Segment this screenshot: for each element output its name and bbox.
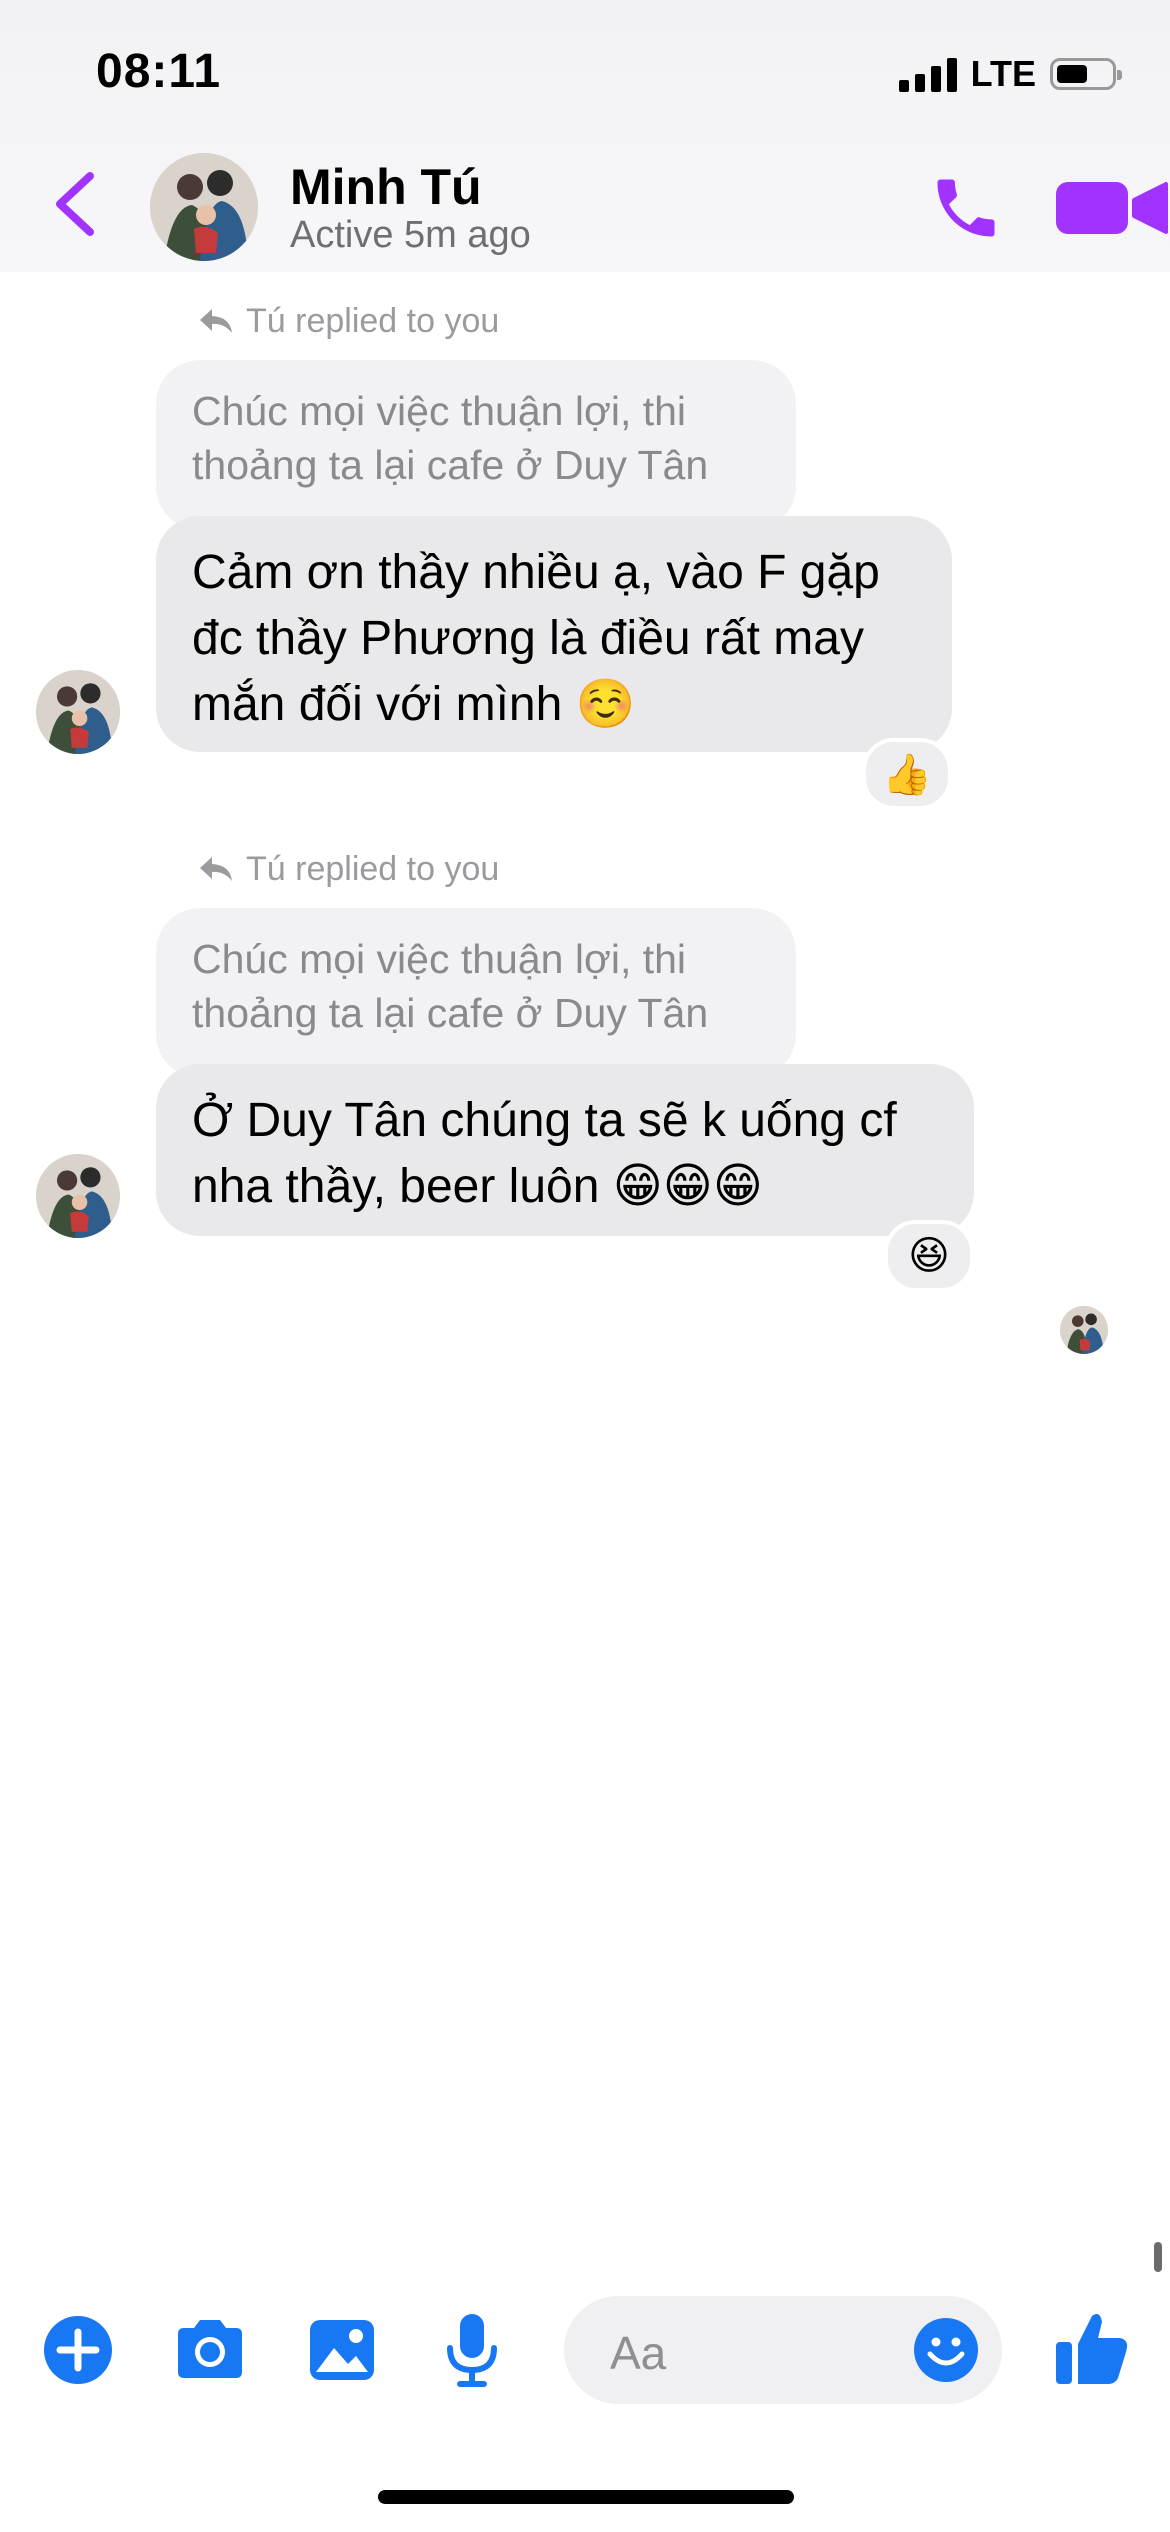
sender-avatar[interactable]	[36, 1154, 120, 1238]
gallery-button[interactable]	[302, 2310, 382, 2390]
reply-note: Tú replied to you	[198, 302, 499, 341]
microphone-icon	[447, 2314, 497, 2387]
quoted-message[interactable]: Chúc mọi việc thuận lợi, thi thoảng ta l…	[156, 360, 796, 530]
avatar-photo	[1060, 1306, 1108, 1354]
voice-button[interactable]	[432, 2310, 512, 2390]
like-button[interactable]	[1054, 2308, 1130, 2388]
camera-icon	[178, 2320, 242, 2378]
avatar-photo	[36, 1154, 120, 1238]
reaction-badge[interactable]: 😆	[884, 1220, 974, 1292]
contact-name[interactable]: Minh Tú	[290, 158, 482, 216]
emoji-button[interactable]	[912, 2316, 980, 2384]
avatar-photo	[36, 670, 120, 754]
contact-avatar[interactable]	[150, 153, 258, 261]
reply-arrow-icon	[200, 856, 232, 881]
reply-note: Tú replied to you	[198, 850, 499, 889]
contact-status: Active 5m ago	[290, 214, 531, 256]
reaction-badge[interactable]: 👍	[862, 738, 952, 810]
signal-icon	[898, 56, 957, 92]
video-call-button[interactable]	[1054, 178, 1170, 238]
network-label: LTE	[970, 53, 1036, 94]
seen-receipt-avatar	[1060, 1306, 1108, 1354]
camera-button[interactable]	[170, 2310, 250, 2390]
plus-circle-icon	[44, 2316, 112, 2384]
home-indicator	[378, 2490, 794, 2504]
reply-note-text: Tú replied to you	[246, 302, 500, 340]
quoted-message[interactable]: Chúc mọi việc thuận lợi, thi thoảng ta l…	[156, 908, 796, 1078]
emoji-icon	[914, 2318, 978, 2382]
scrollbar[interactable]	[1154, 2242, 1162, 2272]
status-time: 08:11	[96, 45, 222, 98]
back-button[interactable]	[46, 168, 106, 240]
reply-note-text: Tú replied to you	[246, 850, 500, 888]
photo-icon	[310, 2320, 374, 2380]
status-indicators: LTE	[898, 52, 1122, 96]
message-input[interactable]: Aa	[564, 2296, 1002, 2404]
avatar-photo	[150, 153, 258, 261]
thumbs-up-icon	[1056, 2314, 1128, 2384]
add-button[interactable]	[38, 2310, 118, 2390]
sender-avatar[interactable]	[36, 670, 120, 754]
message-input-placeholder: Aa	[610, 2327, 667, 2379]
reply-arrow-icon	[200, 308, 232, 333]
phone-icon	[937, 179, 995, 237]
message-bubble[interactable]: Cảm ơn thầy nhiều ạ, vào F gặp đc thầy P…	[156, 516, 952, 752]
battery-icon	[1050, 58, 1122, 90]
video-camera-icon	[1056, 182, 1168, 234]
chevron-left-icon	[56, 172, 94, 236]
top-bar: 08:11 LTE Minh Tú Active 5m ago	[0, 0, 1170, 272]
call-button[interactable]	[928, 170, 1004, 246]
message-bubble[interactable]: Ở Duy Tân chúng ta sẽ k uống cf nha thầy…	[156, 1064, 974, 1236]
